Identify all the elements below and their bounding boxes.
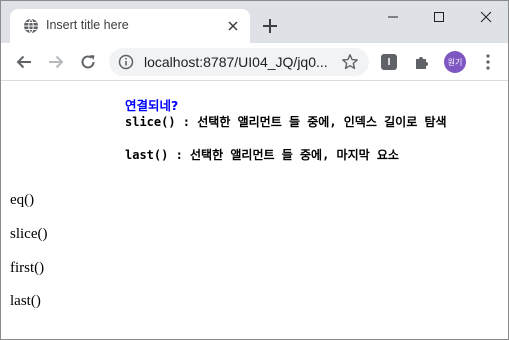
- forward-arrow-icon[interactable]: [43, 49, 69, 75]
- active-tab[interactable]: Insert title here: [10, 9, 250, 43]
- tab-title: Insert title here: [46, 18, 129, 32]
- extensions-puzzle-icon[interactable]: [413, 53, 431, 71]
- last-description: last() : 선택한 앨리먼트 들 중에, 마지막 요소: [125, 148, 399, 162]
- status-message: 연결되네?: [125, 98, 179, 113]
- list-item: eq(): [10, 192, 35, 208]
- profile-avatar[interactable]: 원기: [444, 51, 466, 73]
- maximize-icon[interactable]: [422, 4, 456, 30]
- tab-strip: Insert title here: [1, 1, 508, 43]
- globe-icon: [23, 18, 39, 34]
- extension-icon[interactable]: I: [381, 54, 397, 70]
- close-tab-icon[interactable]: [224, 17, 242, 35]
- back-arrow-icon[interactable]: [11, 49, 37, 75]
- more-menu-icon[interactable]: [478, 52, 498, 72]
- browser-toolbar: localhost:8787/UI04_JQ/jq0... I 원기: [1, 43, 508, 81]
- list-item: last(): [10, 293, 41, 309]
- reload-icon[interactable]: [75, 49, 101, 75]
- new-tab-plus-icon[interactable]: [260, 16, 280, 36]
- page-content: 연결되네? slice() : 선택한 앨리먼트 들 중에, 인덱스 길이로 탐…: [1, 82, 508, 339]
- info-icon[interactable]: [118, 54, 134, 70]
- close-window-icon[interactable]: [469, 4, 503, 30]
- minimize-icon[interactable]: [376, 4, 410, 30]
- url-text[interactable]: localhost:8787/UI04_JQ/jq0...: [144, 54, 328, 70]
- slice-description: slice() : 선택한 앨리먼트 들 중에, 인덱스 길이로 탐색: [125, 115, 447, 129]
- list-item: first(): [10, 260, 45, 276]
- browser-window: Insert title here localhost:8787/UI04_JQ…: [0, 0, 509, 340]
- address-bar[interactable]: localhost:8787/UI04_JQ/jq0...: [109, 48, 369, 76]
- list-item: slice(): [10, 226, 48, 242]
- bookmark-star-icon[interactable]: [341, 53, 359, 71]
